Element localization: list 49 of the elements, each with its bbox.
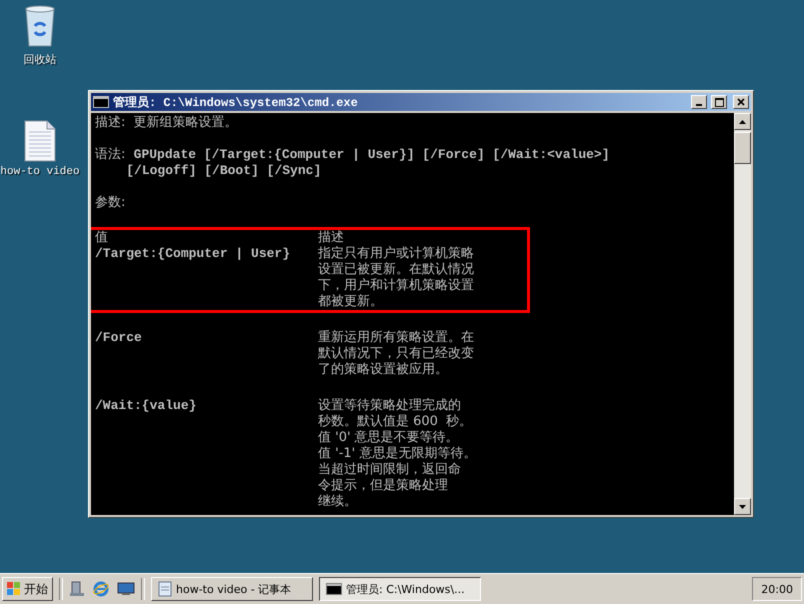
up-arrow-icon: [739, 120, 746, 124]
desktop-icon-label[interactable]: 回收站: [24, 52, 56, 67]
parameter-description: 秒数。默认值是 600 秒。: [318, 414, 474, 430]
parameter-description: 当超过时间限制，返回命: [318, 462, 462, 478]
document-icon: [24, 120, 56, 162]
desktop-icon[interactable]: [117, 582, 135, 596]
parameter-description: 下，用户和计算机策略设置: [318, 278, 475, 294]
parameter-description: 设置等待策略处理完成的: [318, 398, 462, 414]
parameter-description: 值 '-1' 意思是无限期等待。: [318, 446, 478, 462]
scroll-up-button[interactable]: [734, 113, 751, 130]
parameter-description: 了的策略设置被应用。: [318, 362, 449, 378]
close-button[interactable]: [733, 95, 749, 109]
parameter-name: /Target:{Computer | User}: [95, 246, 292, 263]
column-header: 描述: [318, 230, 345, 246]
parameter-description: 指定只有用户或计算机策略: [318, 246, 475, 262]
window-title: 管理员: C:\Windows\system32\cmd.exe: [113, 94, 359, 110]
parameter-name: /Wait:{value}: [95, 398, 198, 415]
minimize-button[interactable]: [691, 95, 707, 109]
scroll-down-button[interactable]: [734, 498, 751, 515]
maximize-icon: [714, 98, 724, 106]
down-arrow-icon: [739, 504, 746, 508]
console-line: [/Logoff] [/Boot] [/Sync]: [125, 163, 322, 179]
console-line: 参数:: [95, 195, 126, 211]
parameter-description: 值 '0' 意思是不要等待。: [318, 430, 460, 446]
parameter-description: 令提示，但是策略处理: [318, 478, 449, 494]
recycle-bin-icon: [23, 4, 57, 48]
parameter-description: 默认情况下，只有已经改变: [318, 346, 475, 362]
scroll-thumb[interactable]: [734, 132, 751, 164]
console-icon: [326, 583, 342, 595]
column-header: 值: [95, 230, 109, 246]
parameter-description: 都被更新。: [318, 294, 384, 310]
parameter-description: 重新运用所有策略设置。在: [318, 330, 475, 346]
console-line: 描述: 更新组策略设置。: [95, 115, 239, 131]
taskbar-task[interactable]: 管理员: C:\Windows\...: [319, 577, 481, 601]
parameter-name: /Force: [95, 330, 143, 347]
notepad-icon: [158, 581, 172, 597]
close-icon: [737, 98, 745, 106]
scrollbar[interactable]: [734, 113, 751, 515]
windows-logo-icon: [7, 582, 21, 596]
start-button[interactable]: 开始: [2, 577, 53, 601]
parameter-description: 继续。: [318, 494, 358, 510]
console-line: 语法: GPUpdate [/Target:{Computer | User}] [/Force] [/Wait:<value>]: [95, 147, 611, 163]
taskbar-task[interactable]: how-to video - 记事本: [151, 577, 313, 601]
clock: 20:00: [761, 582, 793, 596]
desktop-icon-label[interactable]: how-to video: [0, 166, 80, 178]
browser-icon[interactable]: [93, 581, 109, 597]
maximize-button[interactable]: [711, 95, 727, 109]
console-icon: [93, 96, 109, 108]
parameter-description: 设置已被更新。在默认情况: [318, 262, 475, 278]
